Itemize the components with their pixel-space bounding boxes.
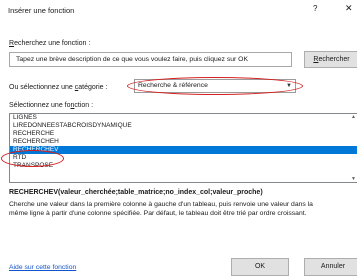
function-list-scrollbar[interactable]: ▲ ▼: [350, 114, 357, 182]
ok-button[interactable]: OK: [231, 258, 289, 276]
function-item-rechercheh[interactable]: RECHERCHEH: [10, 138, 357, 146]
scroll-up-icon[interactable]: ▲: [351, 114, 356, 120]
chevron-down-icon[interactable]: ▼: [286, 80, 292, 92]
function-item-lignes[interactable]: LIGNES: [10, 114, 357, 122]
help-button[interactable]: ?: [313, 4, 317, 13]
function-item-liredonneestabcroisdynamique[interactable]: LIREDONNEESTABCROISDYNAMIQUE: [10, 122, 357, 130]
category-label: Ou sélectionnez une catégorie :: [9, 84, 108, 91]
function-syntax: RECHERCHEV(valeur_cherchée;table_matrice…: [9, 189, 263, 196]
function-item-rtd[interactable]: RTD: [10, 154, 357, 162]
function-description: Cherche une valeur dans la première colo…: [9, 200, 357, 218]
function-item-recherche[interactable]: RECHERCHE: [10, 130, 357, 138]
close-icon[interactable]: ✕: [345, 3, 353, 14]
description-line: même ligne à partir d'une colonne spécif…: [9, 210, 307, 217]
cancel-button[interactable]: Annuler: [304, 258, 357, 276]
dialog-title: Insérer une fonction: [8, 6, 75, 15]
search-label: Recherchez une fonction :: [9, 40, 91, 47]
function-help-link[interactable]: Aide sur cette fonction: [9, 264, 76, 271]
scroll-down-icon[interactable]: ▼: [351, 176, 356, 182]
description-line: Cherche une valeur dans la première colo…: [9, 201, 313, 208]
search-input[interactable]: Tapez une brève description de ce que vo…: [9, 52, 292, 67]
category-select[interactable]: Recherche & référence ▼: [134, 79, 296, 93]
category-selected-value: Recherche & référence: [138, 82, 208, 89]
function-list-label: Sélectionnez une fonction :: [9, 102, 94, 109]
search-button[interactable]: Rechercher: [304, 51, 357, 68]
function-item-recherchev[interactable]: RECHERCHEV: [10, 146, 357, 154]
function-item-transpose[interactable]: TRANSPOSE: [10, 162, 357, 170]
function-list[interactable]: LIGNES LIREDONNEESTABCROISDYNAMIQUE RECH…: [9, 113, 357, 183]
